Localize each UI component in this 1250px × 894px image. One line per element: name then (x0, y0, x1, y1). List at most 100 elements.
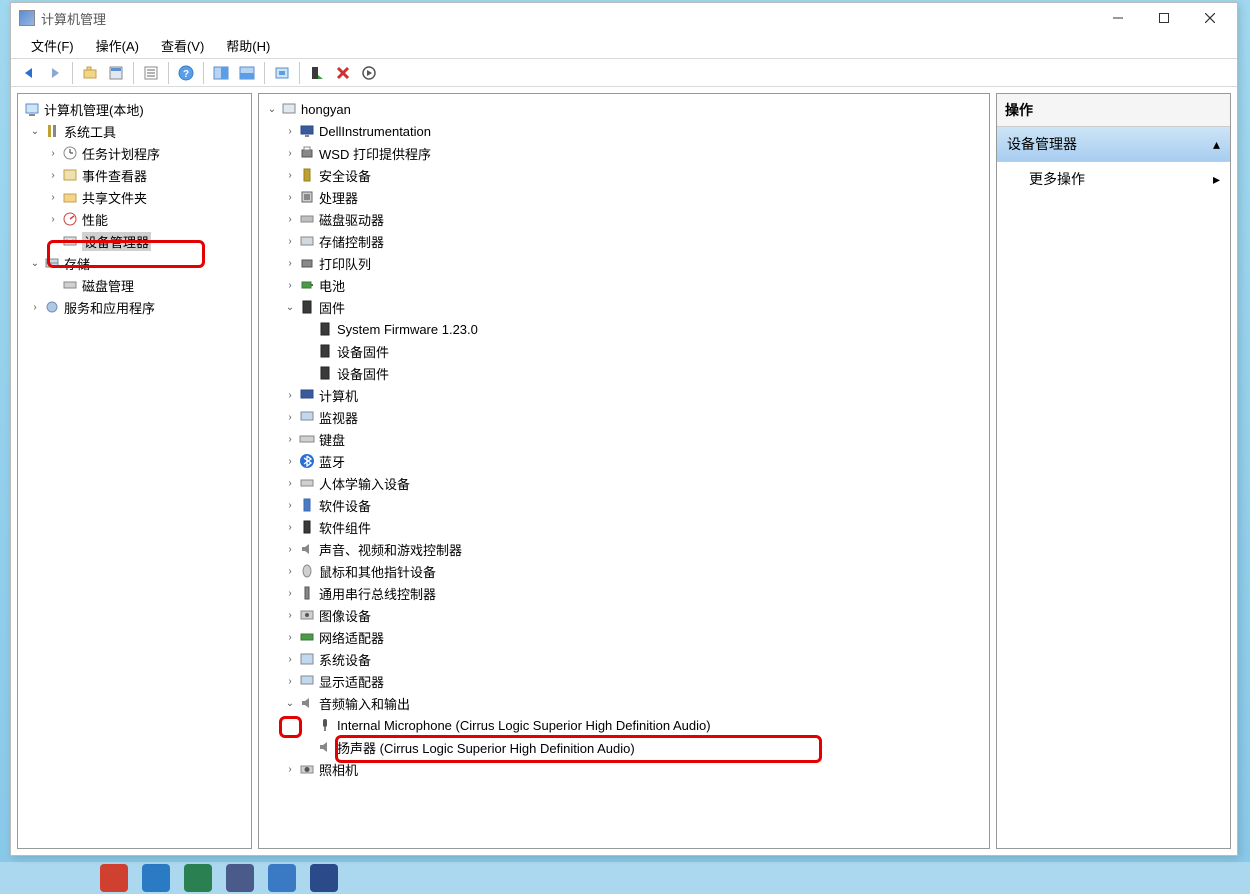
device-imaging[interactable]: ›图像设备 (259, 604, 989, 626)
close-button[interactable] (1187, 3, 1233, 33)
expand-icon[interactable]: › (46, 168, 60, 182)
device-hid[interactable]: ›人体学输入设备 (259, 472, 989, 494)
tree-event-viewer[interactable]: › 事件查看器 (18, 164, 251, 186)
device-firmware[interactable]: ⌄固件 (259, 296, 989, 318)
taskbar-app-3[interactable] (184, 864, 212, 892)
device-disk-drive[interactable]: ›磁盘驱动器 (259, 208, 989, 230)
device-dev-firmware1[interactable]: 设备固件 (259, 340, 989, 362)
expand-icon[interactable]: › (283, 454, 297, 468)
expand-icon[interactable]: › (283, 234, 297, 248)
actions-selected-item[interactable]: 设备管理器 ▴ (997, 127, 1230, 162)
collapse-icon[interactable]: ⌄ (28, 256, 42, 270)
expand-icon[interactable]: › (283, 564, 297, 578)
collapse-icon[interactable]: ⌄ (265, 102, 279, 116)
action-view2-button[interactable] (235, 61, 259, 85)
expand-icon[interactable]: › (283, 542, 297, 556)
expand-icon[interactable]: › (283, 410, 297, 424)
expand-icon[interactable]: › (283, 586, 297, 600)
device-battery[interactable]: ›电池 (259, 274, 989, 296)
device-remove-button[interactable] (331, 61, 355, 85)
forward-button[interactable] (43, 61, 67, 85)
device-usb[interactable]: ›通用串行总线控制器 (259, 582, 989, 604)
expand-icon[interactable]: › (283, 146, 297, 160)
taskbar[interactable] (0, 862, 1250, 894)
expand-icon[interactable]: › (283, 388, 297, 402)
expand-icon[interactable]: › (283, 762, 297, 776)
device-processor[interactable]: ›处理器 (259, 186, 989, 208)
device-sound-video-game[interactable]: ›声音、视频和游戏控制器 (259, 538, 989, 560)
device-keyboard[interactable]: ›键盘 (259, 428, 989, 450)
device-computer[interactable]: ›计算机 (259, 384, 989, 406)
taskbar-app-1[interactable] (100, 864, 128, 892)
back-button[interactable] (17, 61, 41, 85)
expand-icon[interactable]: › (283, 124, 297, 138)
menu-file[interactable]: 文件(F) (27, 34, 78, 57)
expand-icon[interactable]: › (283, 608, 297, 622)
taskbar-app-5[interactable] (268, 864, 296, 892)
tree-shared-folders[interactable]: › 共享文件夹 (18, 186, 251, 208)
device-camera[interactable]: ›照相机 (259, 758, 989, 780)
expand-icon[interactable]: › (283, 278, 297, 292)
expand-icon[interactable]: › (46, 212, 60, 226)
device-wsd-print[interactable]: ›WSD 打印提供程序 (259, 142, 989, 164)
taskbar-app-2[interactable] (142, 864, 170, 892)
device-monitor[interactable]: ›监视器 (259, 406, 989, 428)
expand-icon[interactable]: › (283, 212, 297, 226)
action-view-button[interactable] (209, 61, 233, 85)
taskbar-app-6[interactable] (310, 864, 338, 892)
tree-root-computer-mgmt[interactable]: 计算机管理(本地) (18, 98, 251, 120)
device-sys-device[interactable]: ›系统设备 (259, 648, 989, 670)
device-add-button[interactable] (305, 61, 329, 85)
device-security[interactable]: ›安全设备 (259, 164, 989, 186)
maximize-button[interactable] (1141, 3, 1187, 33)
expand-icon[interactable]: › (283, 168, 297, 182)
help-button[interactable]: ? (174, 61, 198, 85)
device-dev-firmware2[interactable]: 设备固件 (259, 362, 989, 384)
refresh-button[interactable] (270, 61, 294, 85)
device-storage-ctrl[interactable]: ›存储控制器 (259, 230, 989, 252)
expand-icon[interactable]: › (283, 652, 297, 666)
device-root[interactable]: ⌄ hongyan (259, 98, 989, 120)
tree-disk-mgmt[interactable]: 磁盘管理 (18, 274, 251, 296)
tree-device-manager[interactable]: 设备管理器 (18, 230, 251, 252)
tree-services-apps[interactable]: › 服务和应用程序 (18, 296, 251, 318)
device-network[interactable]: ›网络适配器 (259, 626, 989, 648)
device-soft-device[interactable]: ›软件设备 (259, 494, 989, 516)
expand-icon[interactable]: › (46, 190, 60, 204)
collapse-icon[interactable]: ⌄ (28, 124, 42, 138)
device-internal-mic[interactable]: Internal Microphone (Cirrus Logic Superi… (259, 714, 989, 736)
expand-icon[interactable]: › (28, 300, 42, 314)
device-soft-component[interactable]: ›软件组件 (259, 516, 989, 538)
device-display-adapter[interactable]: ›显示适配器 (259, 670, 989, 692)
expand-icon[interactable]: › (283, 476, 297, 490)
expand-icon[interactable]: › (283, 498, 297, 512)
taskbar-app-4[interactable] (226, 864, 254, 892)
left-tree-panel[interactable]: 计算机管理(本地) ⌄ 系统工具 › 任务计划程序 › 事件查看器 (17, 93, 252, 849)
tree-task-scheduler[interactable]: › 任务计划程序 (18, 142, 251, 164)
expand-icon[interactable]: › (283, 256, 297, 270)
device-print-queue[interactable]: ›打印队列 (259, 252, 989, 274)
tree-system-tools[interactable]: ⌄ 系统工具 (18, 120, 251, 142)
up-button[interactable] (78, 61, 102, 85)
expand-icon[interactable]: › (283, 432, 297, 446)
actions-more[interactable]: 更多操作 ▸ (997, 162, 1230, 196)
device-dell[interactable]: ›DellInstrumentation (259, 120, 989, 142)
device-audio-io[interactable]: ⌄音频输入和输出 (259, 692, 989, 714)
menu-action[interactable]: 操作(A) (92, 34, 143, 57)
device-bluetooth[interactable]: ›蓝牙 (259, 450, 989, 472)
device-mouse[interactable]: ›鼠标和其他指针设备 (259, 560, 989, 582)
expand-icon[interactable]: › (283, 520, 297, 534)
title-bar[interactable]: 计算机管理 (11, 3, 1237, 33)
expand-icon[interactable]: › (283, 190, 297, 204)
properties-button[interactable] (139, 61, 163, 85)
expand-icon[interactable]: › (283, 630, 297, 644)
device-sys-firmware[interactable]: System Firmware 1.23.0 (259, 318, 989, 340)
expand-icon[interactable]: › (46, 146, 60, 160)
device-tree-panel[interactable]: ⌄ hongyan ›DellInstrumentation ›WSD 打印提供… (258, 93, 990, 849)
collapse-icon[interactable]: ⌄ (283, 696, 297, 710)
show-hide-console-button[interactable] (104, 61, 128, 85)
minimize-button[interactable] (1095, 3, 1141, 33)
tree-storage[interactable]: ⌄ 存储 (18, 252, 251, 274)
expand-icon[interactable]: › (283, 674, 297, 688)
device-speaker[interactable]: 扬声器 (Cirrus Logic Superior High Definiti… (259, 736, 989, 758)
